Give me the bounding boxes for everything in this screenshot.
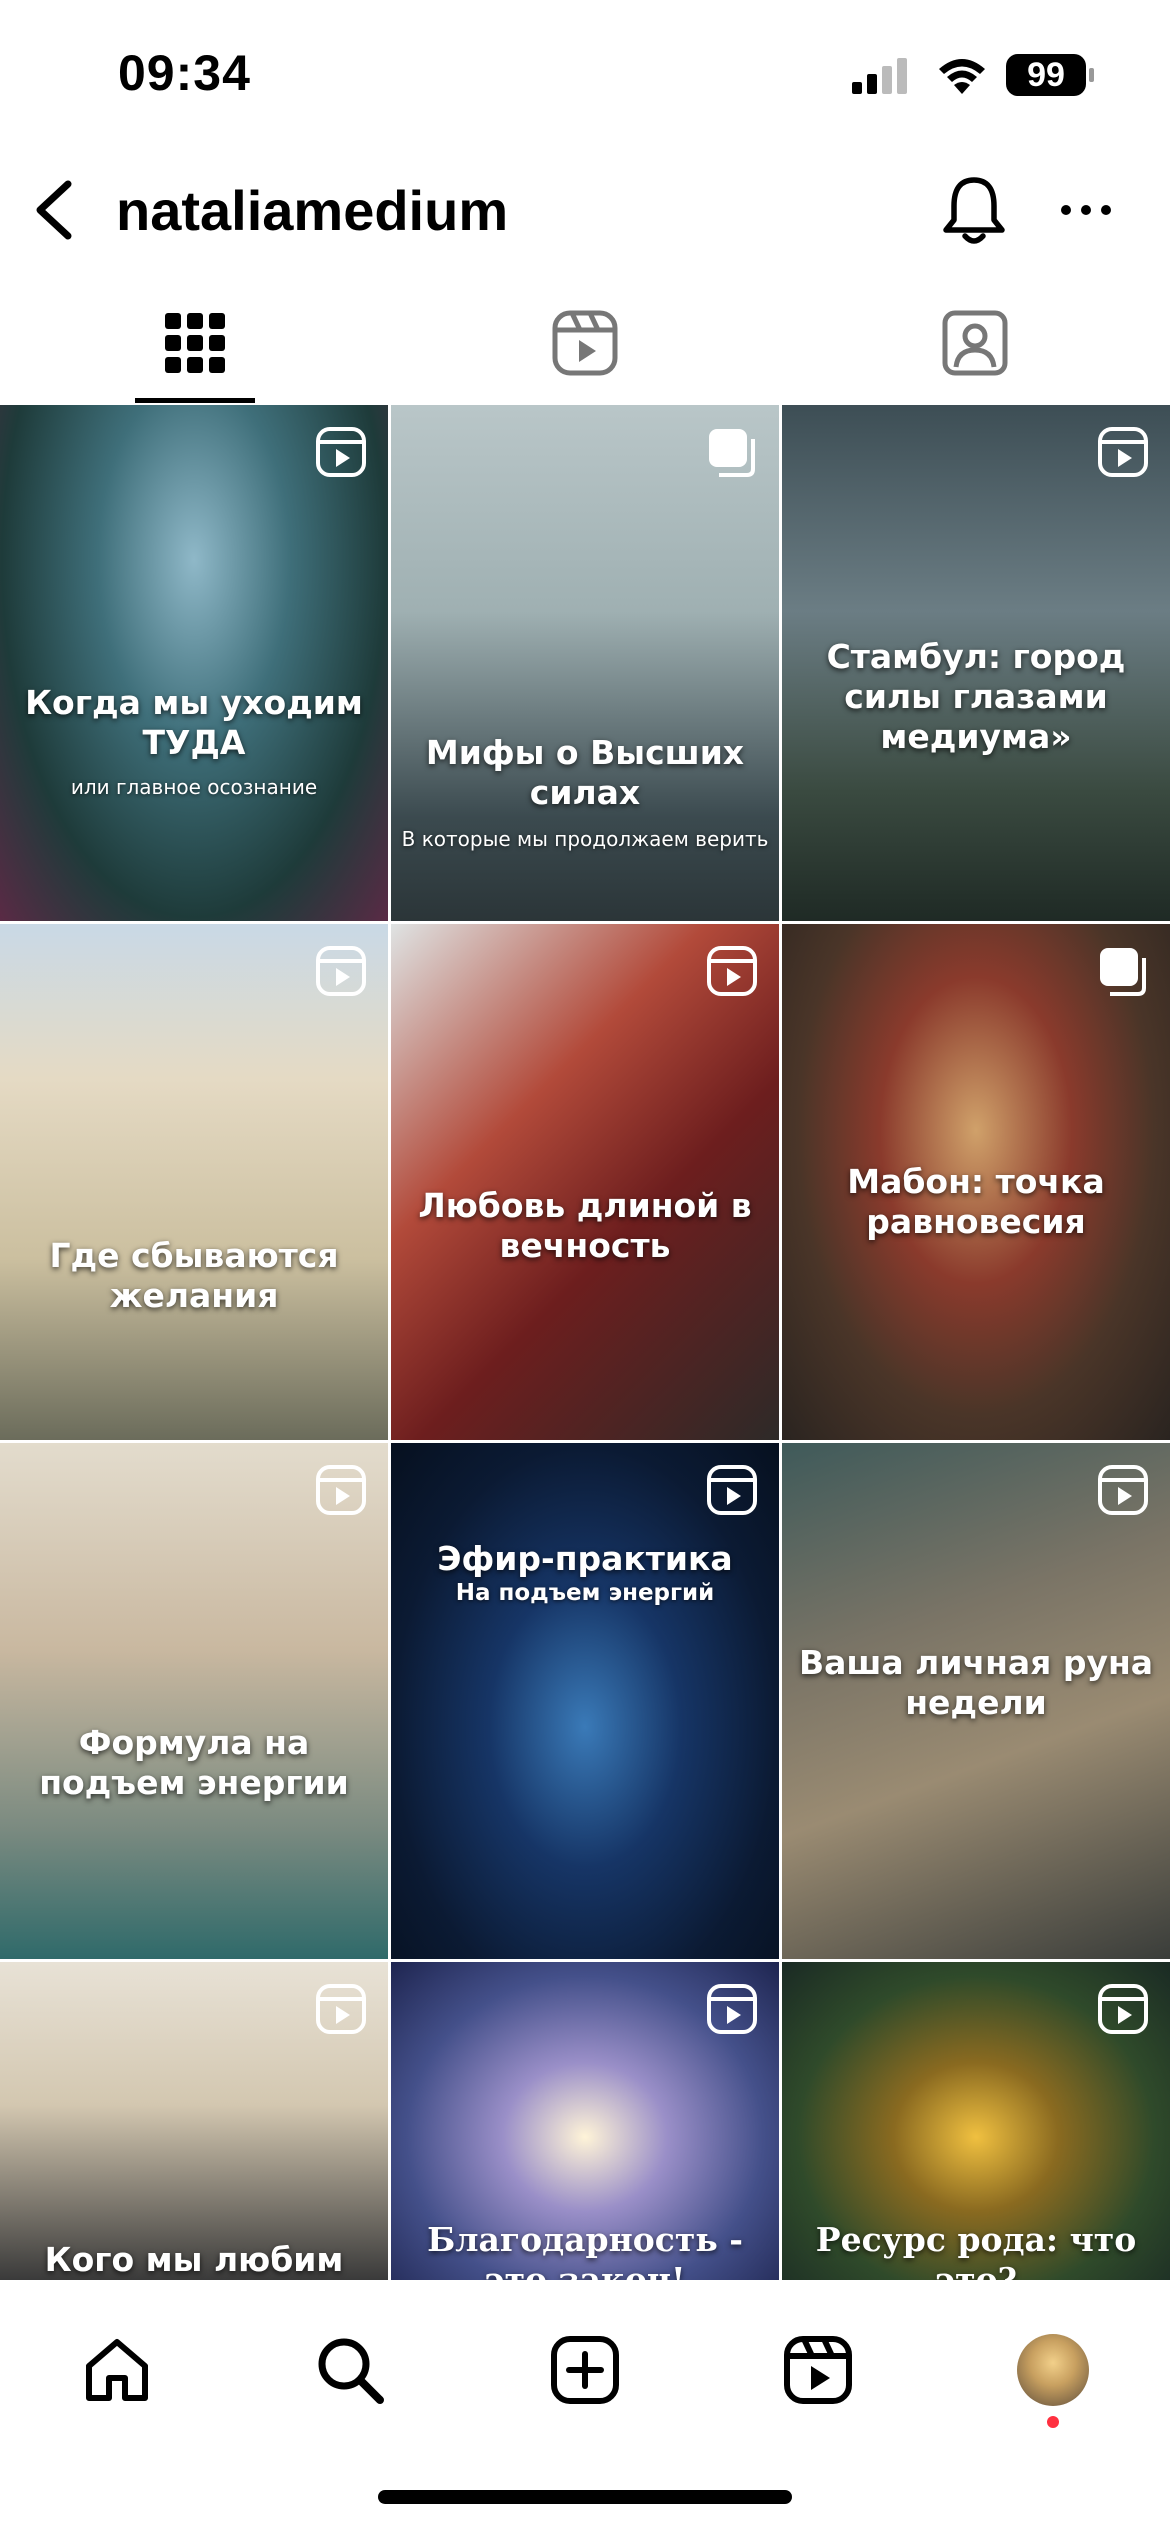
battery-indicator: 99 bbox=[1006, 54, 1096, 96]
post-tile[interactable]: Благодарность - это закон! bbox=[391, 1962, 779, 2280]
profile-header: nataliamedium bbox=[0, 150, 1170, 270]
nav-home[interactable] bbox=[67, 2320, 167, 2420]
profile-tabs bbox=[0, 280, 1170, 405]
reel-badge-icon bbox=[1098, 427, 1148, 477]
reel-badge-icon bbox=[316, 1984, 366, 2034]
reels-icon bbox=[552, 310, 618, 375]
profile-avatar bbox=[1017, 2334, 1089, 2406]
reel-badge-icon bbox=[316, 946, 366, 996]
wifi-icon bbox=[939, 59, 985, 94]
battery-level: 99 bbox=[1027, 56, 1065, 94]
back-arrow-icon[interactable] bbox=[20, 170, 90, 250]
post-tile[interactable]: Когда мы уходим ТУДА или главное осознан… bbox=[0, 405, 388, 921]
nav-create[interactable] bbox=[535, 2320, 635, 2420]
home-icon bbox=[86, 2339, 148, 2401]
reel-badge-icon bbox=[316, 427, 366, 477]
reel-badge-icon bbox=[1098, 1465, 1148, 1515]
carousel-badge-icon bbox=[1100, 948, 1146, 996]
status-bar: 09:34 99 bbox=[0, 0, 1170, 150]
active-tab-indicator bbox=[135, 398, 255, 403]
nav-reels[interactable] bbox=[768, 2320, 868, 2420]
post-tile[interactable]: Мабон: точка равновесия bbox=[782, 924, 1170, 1440]
home-indicator bbox=[378, 2490, 792, 2504]
post-subtitle: или главное осознание bbox=[70, 775, 318, 799]
post-title: Благодарность - это закон! bbox=[427, 2220, 743, 2280]
profile-username: nataliamedium bbox=[116, 179, 509, 242]
reel-badge-icon bbox=[707, 1465, 757, 1515]
nav-profile[interactable] bbox=[1003, 2320, 1103, 2420]
post-tile[interactable]: Ресурс рода: что это? bbox=[782, 1962, 1170, 2280]
post-tile[interactable]: Эфир-практика На подъем энергий bbox=[391, 1443, 779, 1959]
reels-icon bbox=[784, 2336, 852, 2404]
post-tile[interactable]: Где сбываются желания bbox=[0, 924, 388, 1440]
nav-search[interactable] bbox=[300, 2320, 400, 2420]
tab-posts-grid[interactable] bbox=[0, 280, 390, 405]
more-options-icon[interactable] bbox=[1056, 170, 1116, 250]
notification-bell-icon[interactable] bbox=[936, 170, 1012, 250]
post-title: Ресурс рода: что это? bbox=[815, 2220, 1137, 2280]
reel-badge-icon bbox=[316, 1465, 366, 1515]
post-title: Ваша личная руна недели bbox=[798, 1643, 1154, 1722]
post-title: Любовь длиной в вечность bbox=[418, 1186, 752, 1265]
post-title: Стамбул: город силы глазами медиума» bbox=[826, 637, 1126, 756]
post-subtitle: В которые мы продолжаем верить bbox=[401, 827, 769, 851]
carousel-badge-icon bbox=[709, 429, 755, 477]
reel-badge-icon bbox=[707, 946, 757, 996]
post-title: Кого мы любим bbox=[44, 2240, 344, 2279]
post-tile[interactable]: Ваша личная руна недели bbox=[782, 1443, 1170, 1959]
post-title: Эфир-практика bbox=[437, 1539, 733, 1578]
reel-badge-icon bbox=[707, 1984, 757, 2034]
post-tile[interactable]: Мифы о Высших силах В которые мы продолж… bbox=[391, 405, 779, 921]
post-subtitle: На подъем энергий bbox=[455, 1580, 715, 1606]
tab-reels[interactable] bbox=[390, 280, 780, 405]
post-tile[interactable]: Любовь длиной в вечность bbox=[391, 924, 779, 1440]
tagged-icon bbox=[942, 310, 1008, 375]
create-icon bbox=[551, 2336, 619, 2404]
post-title: Когда мы уходим ТУДА bbox=[25, 683, 363, 762]
post-title: Мабон: точка равновесия bbox=[847, 1162, 1105, 1241]
post-title: Мифы о Высших силах bbox=[425, 733, 745, 812]
post-title: Формула на подъем энергии bbox=[39, 1723, 349, 1802]
notification-dot bbox=[1047, 2416, 1059, 2428]
post-title: Где сбываются желания bbox=[49, 1236, 339, 1315]
grid-icon bbox=[165, 312, 225, 373]
search-icon bbox=[318, 2338, 384, 2404]
cellular-signal-icon bbox=[852, 58, 907, 94]
post-tile[interactable]: Кого мы любим bbox=[0, 1962, 388, 2280]
post-tile[interactable]: Формула на подъем энергии bbox=[0, 1443, 388, 1959]
tab-tagged[interactable] bbox=[780, 280, 1170, 405]
status-time: 09:34 bbox=[118, 45, 251, 101]
reel-badge-icon bbox=[1098, 1984, 1148, 2034]
post-tile[interactable]: Стамбул: город силы глазами медиума» bbox=[782, 405, 1170, 921]
